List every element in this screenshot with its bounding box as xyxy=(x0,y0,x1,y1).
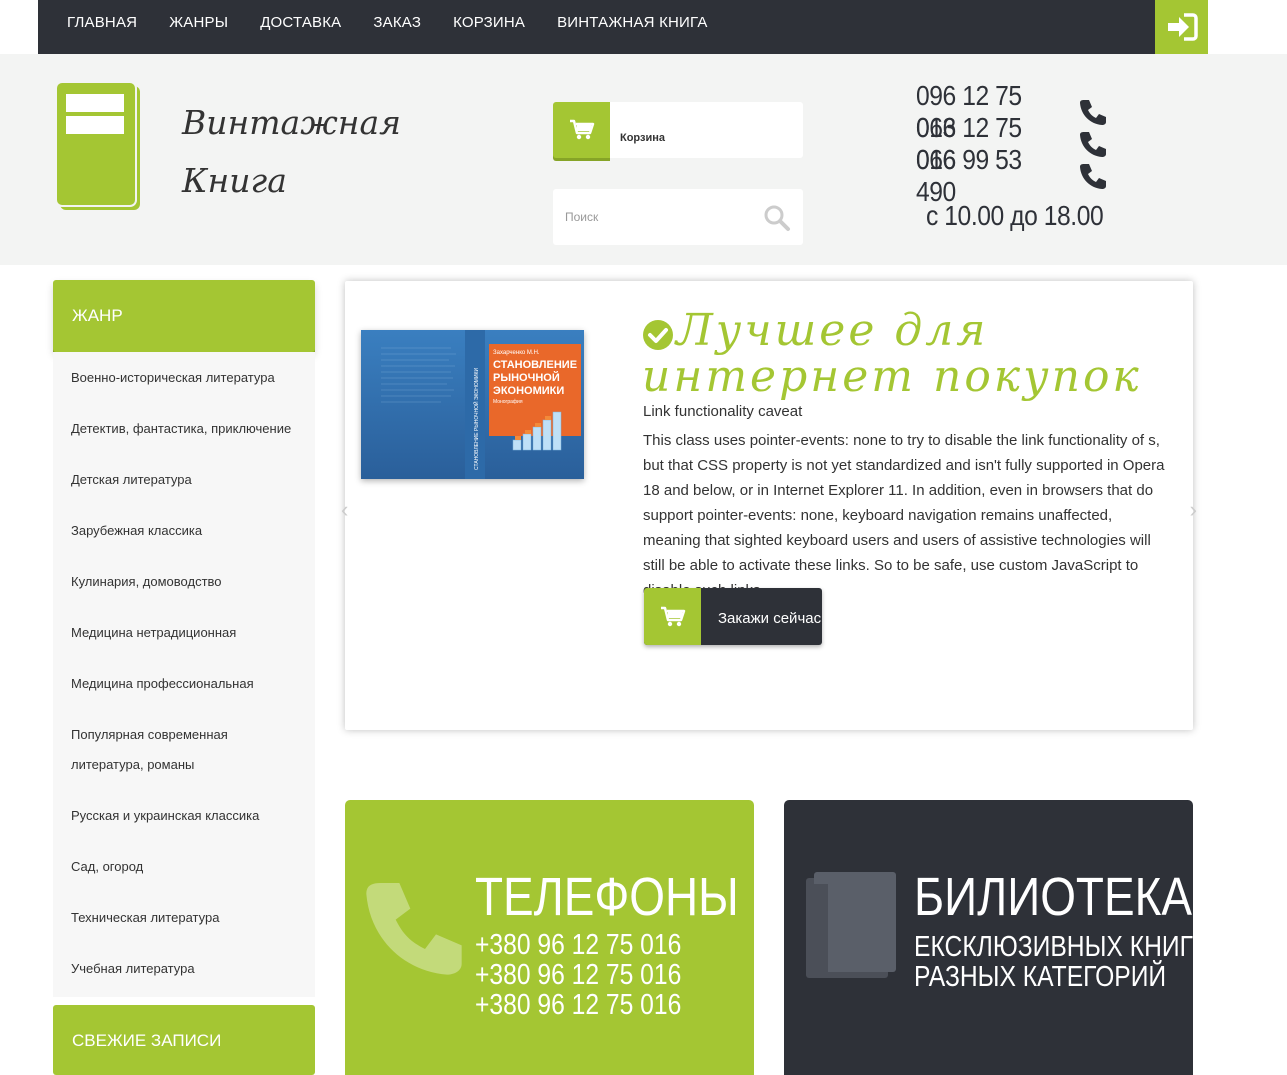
library-line-1: ЕКСКЛЮЗИВНЫХ КНИГ xyxy=(914,931,1193,963)
slide-subtitle: Link functionality caveat xyxy=(643,403,803,420)
library-title: БИЛИОТЕКА xyxy=(914,867,1192,927)
search-input[interactable] xyxy=(553,189,753,245)
search-box xyxy=(553,189,803,245)
phone-number[interactable]: +380 96 12 75 016 xyxy=(475,960,681,990)
svg-text:ЭКОНОМИКИ: ЭКОНОМИКИ xyxy=(493,385,564,397)
sign-in-icon xyxy=(1167,13,1198,41)
nav-item-home[interactable]: ГЛАВНАЯ xyxy=(67,14,137,31)
genre-item[interactable]: Популярная современная литература, роман… xyxy=(53,720,315,780)
logo-line-1: Винтажная xyxy=(182,103,401,142)
order-now-button[interactable]: Закажи сейчас xyxy=(644,588,822,645)
slider-prev-arrow[interactable]: ‹ xyxy=(341,497,348,523)
working-hours: с 10.00 до 18.00 xyxy=(926,200,1104,231)
nav-item-cart[interactable]: КОРЗИНА xyxy=(453,14,525,31)
genre-title: ЖАНР xyxy=(72,306,123,325)
phone-number[interactable]: +380 96 12 75 016 xyxy=(475,930,681,960)
book-subtitle: Монография xyxy=(493,399,523,405)
genre-header: ЖАНР xyxy=(53,280,315,352)
fresh-posts-header: СВЕЖИЕ ЗАПИСИ xyxy=(53,1005,315,1075)
logo-book-icon[interactable] xyxy=(54,81,144,217)
genre-item[interactable]: Русская и украинская классика xyxy=(53,801,315,831)
phones-title: ТЕЛЕФОНЫ xyxy=(475,867,739,927)
slide-title-line-1: Лучшее для xyxy=(676,305,989,356)
genre-item[interactable]: Учебная литература xyxy=(53,954,315,984)
nav-item-vintage-book[interactable]: ВИНТАЖНАЯ КНИГА xyxy=(557,14,707,31)
genre-item[interactable]: Медицина нетрадиционная xyxy=(53,618,315,648)
cart-icon xyxy=(644,588,701,645)
genre-item[interactable]: Техническая литература xyxy=(53,903,315,933)
cart-label: Корзина xyxy=(620,132,665,144)
genre-list: Военно-историческая литература Детектив,… xyxy=(53,352,315,997)
phone-icon xyxy=(1080,100,1106,125)
nav-item-order[interactable]: ЗАКАЗ xyxy=(373,14,421,31)
library-subtitle: ЕКСКЛЮЗИВНЫХ КНИГ РАЗНЫХ КАТЕГОРИЙ xyxy=(914,932,1193,992)
slider-next-arrow[interactable]: › xyxy=(1190,497,1197,523)
header-phones: 096 12 75 016 063 12 75 016 066 99 53 49… xyxy=(916,80,1127,232)
phone-icon xyxy=(1080,132,1106,157)
library-line-2: РАЗНЫХ КАТЕГОРИЙ xyxy=(914,961,1167,993)
phones-list: +380 96 12 75 016 +380 96 12 75 016 +380… xyxy=(475,930,681,1020)
genre-item[interactable]: Медицина профессиональная xyxy=(53,669,315,699)
genre-item[interactable]: Военно-историческая литература xyxy=(53,363,315,393)
phones-box: ТЕЛЕФОНЫ +380 96 12 75 016 +380 96 12 75… xyxy=(345,800,754,1075)
logo-text[interactable]: Винтажная Книга xyxy=(182,94,401,210)
order-now-label: Закажи сейчас xyxy=(718,610,822,627)
phone-icon xyxy=(359,872,469,987)
phone-number[interactable]: 066 99 53 490 xyxy=(916,144,1055,208)
cart-icon xyxy=(553,102,610,158)
genre-item[interactable]: Зарубежная классика xyxy=(53,516,315,546)
book-cover-image[interactable]: СТАНОВЛЕНИЕ РЫНОЧНОЙ ЭКОНОМИКИ Захарченк… xyxy=(361,330,584,479)
login-button[interactable] xyxy=(1155,0,1208,54)
genre-item[interactable]: Сад, огород xyxy=(53,852,315,882)
nav-item-genres[interactable]: ЖАНРЫ xyxy=(169,14,228,31)
phone-icon xyxy=(1080,164,1106,189)
cart-button[interactable]: Корзина xyxy=(553,102,803,158)
phone-line: 066 99 53 490 xyxy=(916,144,1127,207)
fresh-posts-title: СВЕЖИЕ ЗАПИСИ xyxy=(72,1031,222,1050)
nav-menu: ГЛАВНАЯ ЖАНРЫ ДОСТАВКА ЗАКАЗ КОРЗИНА ВИН… xyxy=(38,0,1208,44)
svg-text:РЫНОЧНОЙ: РЫНОЧНОЙ xyxy=(493,371,560,384)
search-icon[interactable] xyxy=(763,204,791,237)
library-box: БИЛИОТЕКА ЕКСКЛЮЗИВНЫХ КНИГ РАЗНЫХ КАТЕГ… xyxy=(784,800,1193,1075)
logo-line-2: Книга xyxy=(182,161,287,200)
site-header: Винтажная Книга Корзина 096 12 75 016 xyxy=(0,54,1287,265)
genre-item[interactable]: Кулинария, домоводство xyxy=(53,567,315,597)
slide-text: This class uses pointer-events: none to … xyxy=(643,432,1165,599)
slide-title: Лучшее для интернет покупок xyxy=(642,309,1142,402)
genre-item[interactable]: Детектив, фантастика, приключение xyxy=(53,414,315,444)
promo-slider: ‹ › СТАНОВЛЕНИЕ РЫНОЧНОЙ ЭКОНОМИКИ Захар… xyxy=(341,281,1197,730)
top-navigation: ГЛАВНАЯ ЖАНРЫ ДОСТАВКА ЗАКАЗ КОРЗИНА ВИН… xyxy=(38,0,1208,54)
phone-number[interactable]: +380 96 12 75 016 xyxy=(475,990,681,1020)
nav-item-delivery[interactable]: ДОСТАВКА xyxy=(260,14,341,31)
book-spine-text: СТАНОВЛЕНИЕ РЫНОЧНОЙ ЭКОНОМИКИ xyxy=(472,368,480,470)
book-author: Захарченко М.Н. xyxy=(493,350,540,356)
slide-title-line-2: интернет покупок xyxy=(642,351,1142,402)
genre-item[interactable]: Детская литература xyxy=(53,465,315,495)
book-icon xyxy=(806,872,906,987)
svg-text:СТАНОВЛЕНИЕ: СТАНОВЛЕНИЕ xyxy=(493,359,577,371)
